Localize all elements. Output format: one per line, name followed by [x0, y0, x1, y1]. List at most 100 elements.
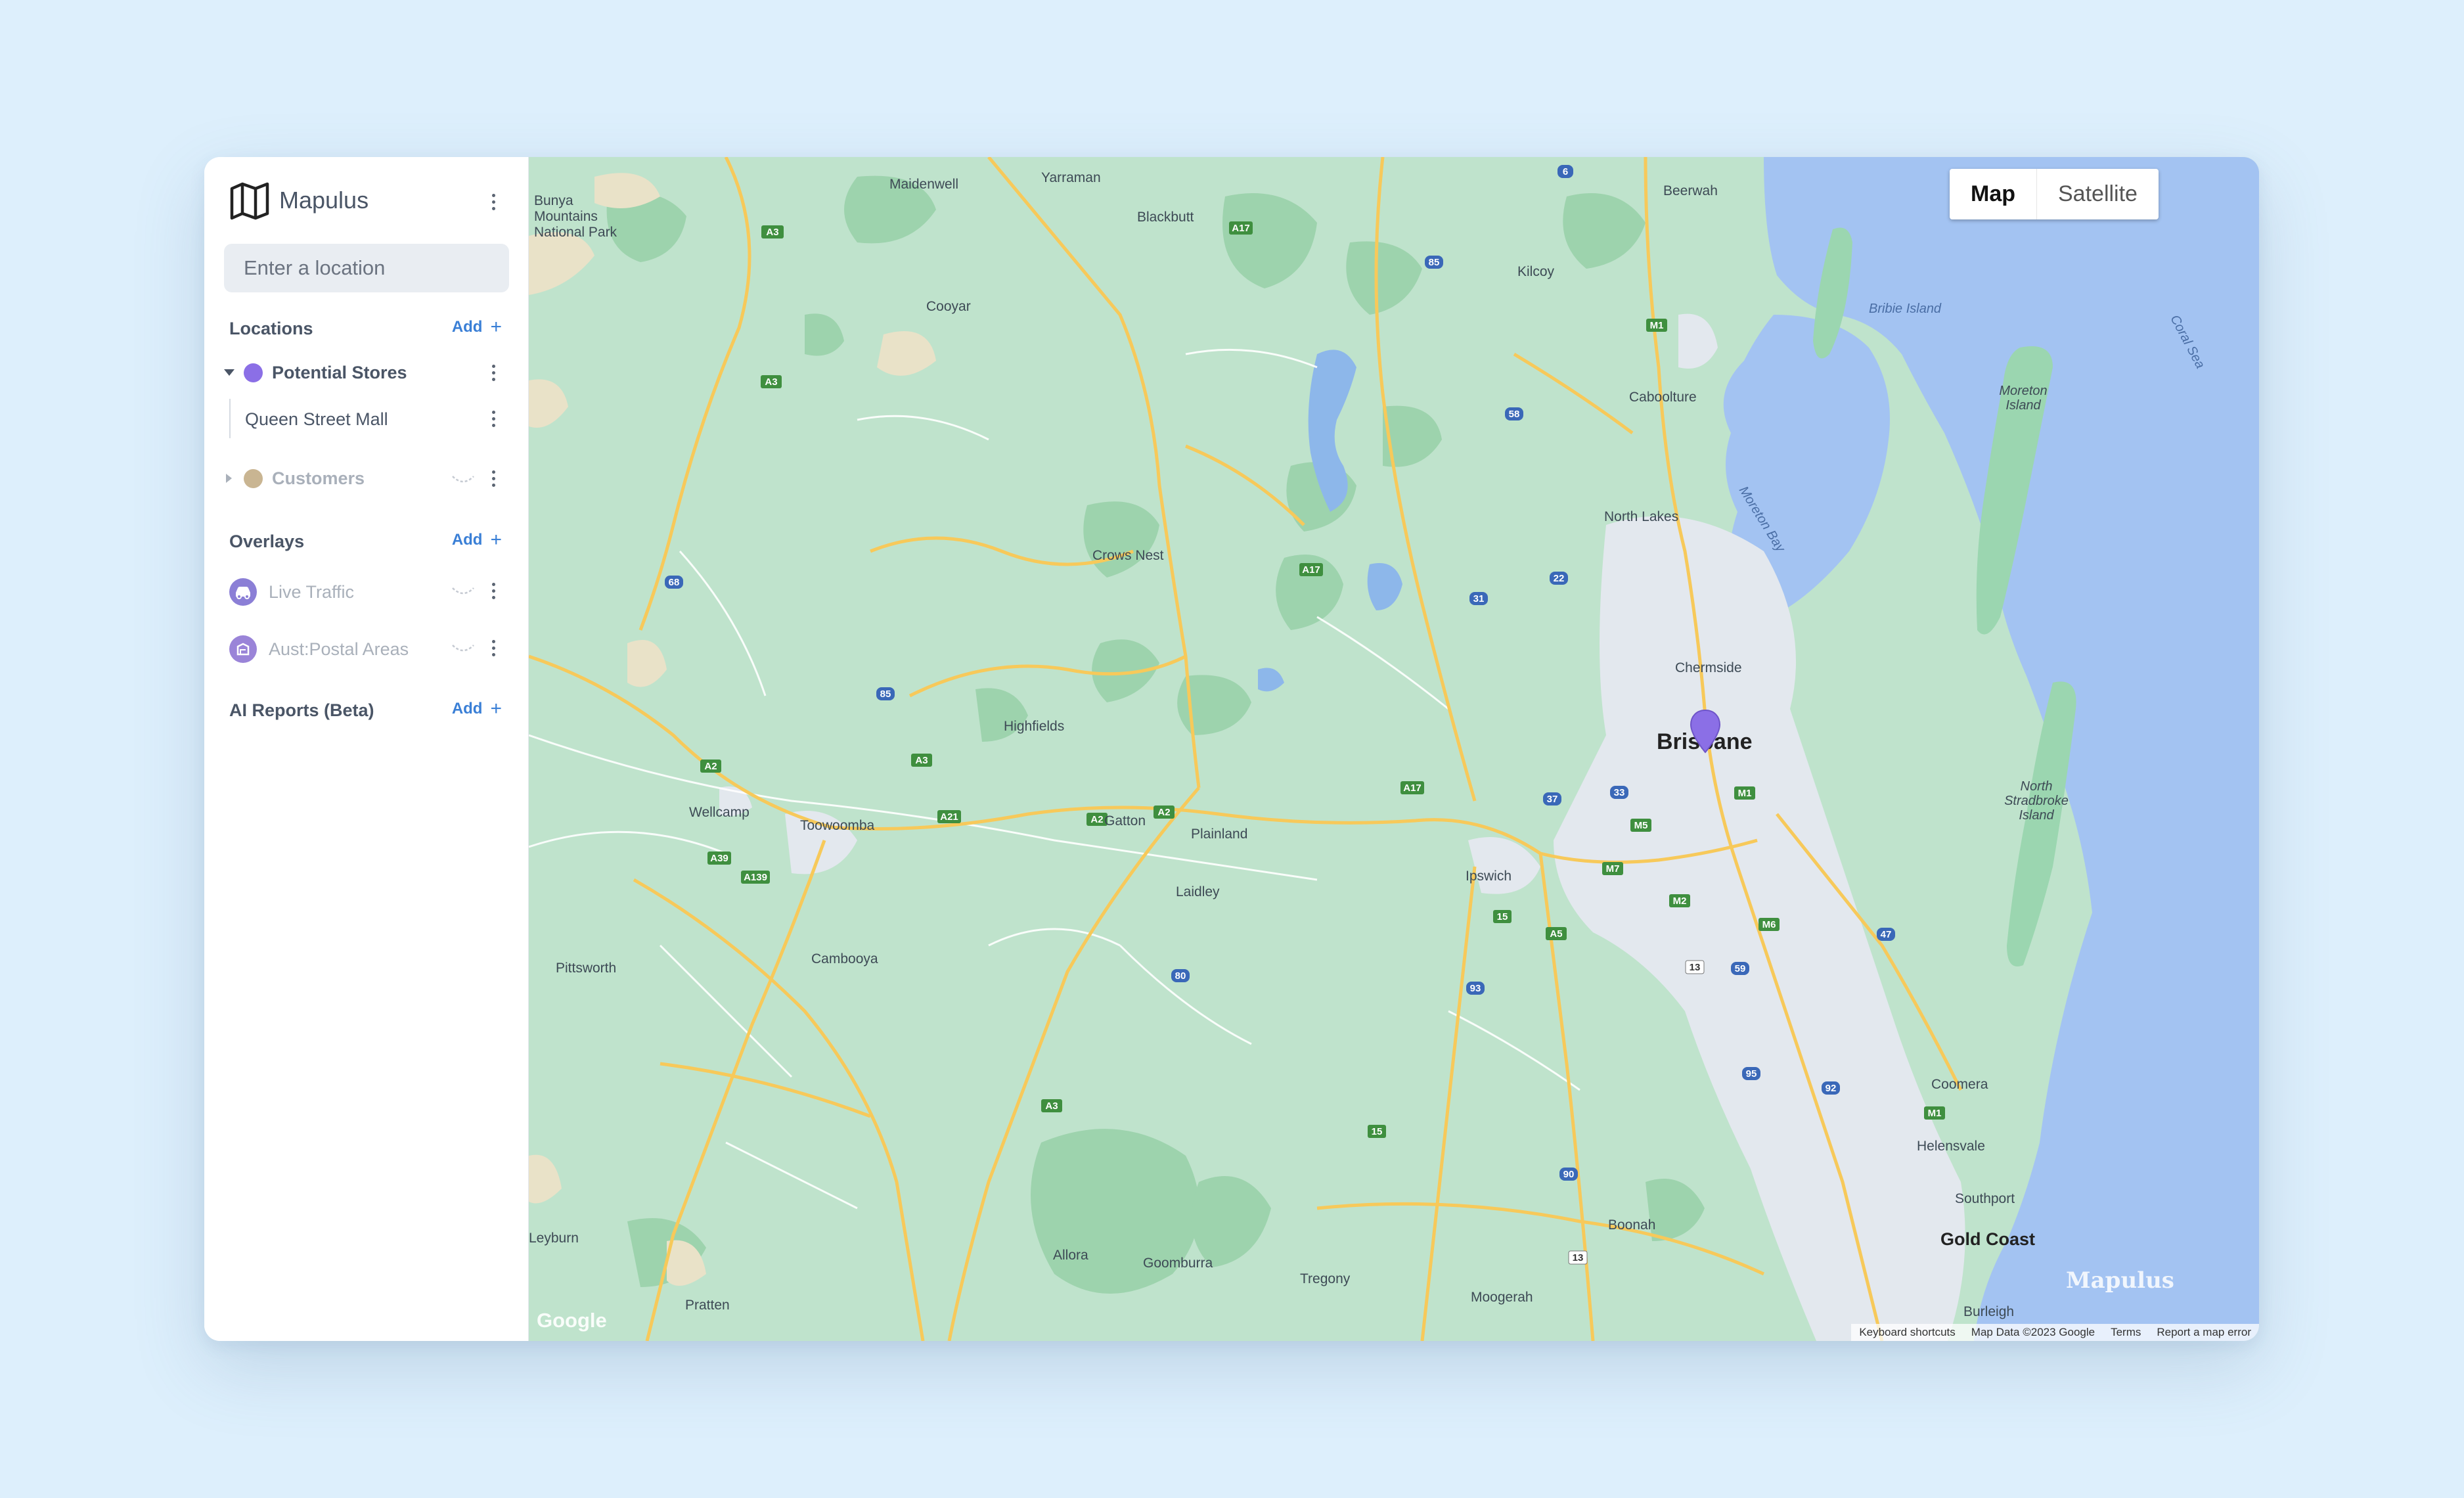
road-shield: 22: [1554, 573, 1565, 584]
place-label: Crows Nest: [1092, 548, 1164, 563]
group-color-dot: [244, 363, 263, 382]
road-shield: A2: [704, 761, 717, 772]
add-ai-report-label: Add: [451, 700, 483, 717]
place-label: Helensvale: [1917, 1139, 1985, 1154]
place-label: Gatton: [1104, 813, 1146, 828]
place-label: Leyburn: [529, 1231, 579, 1246]
road-shield: M2: [1673, 896, 1687, 907]
mapulus-watermark: Mapulus: [2066, 1267, 2174, 1294]
plus-icon: +: [490, 529, 502, 551]
location-group-label: Potential Stores: [272, 362, 407, 382]
place-label: Gold Coast: [1940, 1229, 2036, 1249]
road-shield: 59: [1735, 963, 1746, 974]
search-input[interactable]: [244, 256, 506, 280]
tree-guide: [229, 399, 231, 438]
place-label: Chermside: [1675, 660, 1742, 675]
road-shield: A2: [1090, 814, 1103, 825]
place-label: Cooyar: [926, 299, 971, 314]
location-item-menu-button[interactable]: [482, 403, 505, 434]
add-location-label: Add: [451, 318, 483, 336]
road-shield: 37: [1547, 794, 1558, 805]
location-marker-icon[interactable]: [1689, 709, 1722, 754]
app-name: Mapulus: [279, 187, 369, 214]
plus-icon: +: [490, 316, 502, 338]
road-shield: 92: [1826, 1083, 1837, 1094]
group-color-dot: [244, 468, 263, 488]
road-shield: 13: [1573, 1252, 1584, 1263]
map-type-map-button[interactable]: Map: [1950, 169, 2036, 219]
app-menu-button[interactable]: [482, 186, 505, 217]
chevron-down-icon[interactable]: [224, 369, 235, 376]
loading-icon: [452, 587, 474, 595]
location-group-potential-stores[interactable]: Potential Stores: [224, 356, 520, 389]
brand: Mapulus: [229, 179, 369, 221]
loading-icon: [452, 476, 474, 483]
chevron-right-icon[interactable]: [226, 474, 232, 483]
road-shield: 93: [1470, 983, 1481, 994]
locations-title: Locations: [229, 319, 313, 338]
road-shield: A17: [1232, 223, 1250, 234]
location-group-label: Customers: [272, 468, 365, 488]
add-overlay-label: Add: [451, 531, 483, 549]
map-base: A3 A17 85 6 M1 58 A17 31 22 68 85 A2 A21…: [529, 157, 2259, 1341]
road-shield: A2: [1157, 807, 1170, 818]
overlay-label: Aust:Postal Areas: [269, 639, 409, 659]
place-label: Southport: [1955, 1191, 2015, 1206]
place-label: Boonah: [1608, 1217, 1656, 1233]
place-label: Tregony: [1300, 1271, 1351, 1286]
overlay-item-live-traffic[interactable]: Live Traffic: [229, 576, 525, 608]
place-label: North Lakes: [1604, 509, 1679, 524]
add-location-button[interactable]: Add +: [452, 317, 502, 337]
road-shield: A3: [766, 227, 778, 238]
location-group-menu-button[interactable]: [482, 463, 505, 494]
keyboard-shortcuts-link[interactable]: Keyboard shortcuts: [1851, 1326, 1963, 1339]
place-label: Highfields: [1004, 719, 1065, 734]
map-attribution: Keyboard shortcuts Map Data ©2023 Google…: [1851, 1324, 2259, 1341]
place-label: Moogerah: [1471, 1290, 1533, 1305]
sidebar: Mapulus Locations Add + Potential Stores…: [204, 157, 529, 1341]
add-ai-report-button[interactable]: Add +: [452, 699, 502, 719]
road-shield: A3: [915, 755, 928, 766]
overlays-title: Overlays: [229, 532, 305, 551]
road-shield: A39: [710, 853, 728, 864]
road-shield: 15: [1497, 911, 1508, 922]
place-label: Wellcamp: [689, 805, 750, 820]
place-label: Plainland: [1191, 827, 1248, 842]
map-type-satellite-button[interactable]: Satellite: [2036, 169, 2159, 219]
place-label: Kilcoy: [1517, 264, 1555, 279]
location-group-menu-button[interactable]: [482, 357, 505, 388]
place-label: Pratten: [685, 1298, 730, 1313]
overlay-item-postal-areas[interactable]: Aust:Postal Areas: [229, 633, 525, 666]
place-label: Bunya Mountains National Park: [534, 193, 617, 240]
place-label: Beerwah: [1663, 183, 1718, 198]
car-icon: [229, 578, 257, 606]
north-stradbroke-island: [2007, 681, 2076, 966]
add-overlay-button[interactable]: Add +: [452, 530, 502, 550]
road-shield: 6: [1563, 166, 1568, 177]
report-error-link[interactable]: Report a map error: [2149, 1326, 2259, 1339]
road-shield: 85: [880, 689, 891, 700]
overlay-menu-button[interactable]: [482, 632, 505, 664]
road-shield: 13: [1690, 962, 1701, 973]
polygon-icon: [229, 635, 257, 663]
place-label: Cambooya: [811, 951, 878, 966]
place-label: Laidley: [1176, 884, 1220, 899]
app-window: Mapulus Locations Add + Potential Stores…: [204, 157, 2259, 1341]
terms-link[interactable]: Terms: [2103, 1326, 2149, 1339]
place-label: Moreton Island: [1999, 384, 2048, 413]
road-shield: 68: [669, 577, 680, 588]
place-label: Burleigh: [1963, 1304, 2015, 1319]
road-shield: A3: [1045, 1101, 1058, 1112]
road-shield: 58: [1509, 409, 1520, 420]
map-logo-icon: [230, 182, 269, 220]
road-shield: A3: [765, 376, 777, 388]
overlay-menu-button[interactable]: [482, 575, 505, 606]
place-label: Coomera: [1931, 1077, 1988, 1092]
road-shield: A5: [1550, 928, 1562, 940]
place-label: Bribie Island: [1869, 302, 1942, 316]
loading-icon: [452, 645, 474, 652]
road-shield: A17: [1302, 564, 1320, 576]
road-shield: A139: [744, 872, 767, 883]
map-canvas[interactable]: A3 A17 85 6 M1 58 A17 31 22 68 85 A2 A21…: [529, 157, 2259, 1341]
road-shield: 33: [1614, 787, 1625, 798]
